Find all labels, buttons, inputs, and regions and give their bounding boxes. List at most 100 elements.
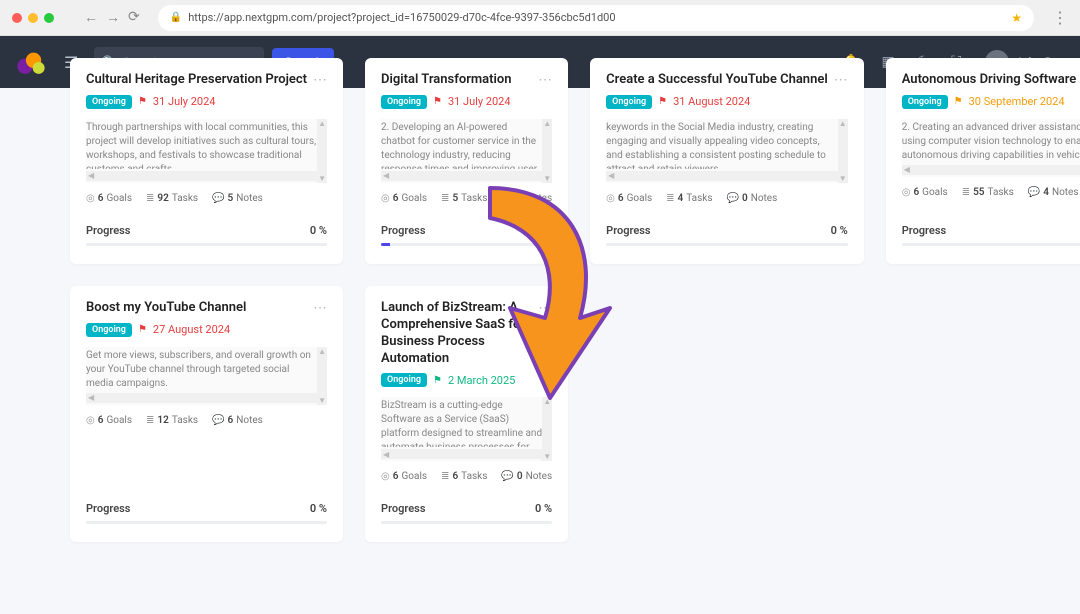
scrollbar-horizontal[interactable]: ◀▶ — [86, 393, 327, 403]
chat-icon: 💬 — [1028, 187, 1040, 198]
scrollbar-vertical[interactable]: ▲▼ — [542, 397, 552, 461]
project-description: 2. Creating an advanced driver assistanc… — [902, 121, 1080, 163]
project-card[interactable]: Cultural Heritage Preservation Project ⋯… — [70, 58, 343, 264]
url-bar[interactable]: 🔒 https://app.nextgpm.com/project?projec… — [158, 5, 1034, 31]
status-badge: Ongoing — [86, 95, 132, 109]
due-date: 31 July 2024 — [448, 95, 511, 108]
progress-label: Progress — [902, 224, 946, 237]
progress-label: Progress — [86, 502, 130, 515]
goals-stat: ◎6 Goals — [86, 415, 132, 426]
target-icon: ◎ — [902, 187, 911, 198]
notes-stat: 💬0 Notes — [501, 471, 552, 482]
bookmark-star-icon[interactable]: ★ — [1011, 11, 1022, 25]
reload-button[interactable]: ⟳ — [128, 9, 140, 26]
list-icon: ≣ — [441, 193, 449, 204]
scrollbar-horizontal[interactable]: ◀▶ — [381, 449, 552, 459]
list-icon: ≣ — [441, 471, 449, 482]
project-card[interactable]: Create a Successful YouTube Channel ⋯ On… — [590, 58, 864, 264]
project-title: Launch of BizStream: A Comprehensive Saa… — [381, 300, 532, 368]
list-icon: ≣ — [146, 193, 154, 204]
notes-stat: 💬0 Notes — [727, 193, 778, 204]
minimize-window-button[interactable] — [28, 13, 38, 23]
progress-label: Progress — [86, 224, 130, 237]
due-date: 30 September 2024 — [969, 95, 1065, 108]
close-window-button[interactable] — [12, 13, 22, 23]
project-title: Create a Successful YouTube Channel — [606, 72, 828, 89]
browser-chrome: ← → ⟳ 🔒 https://app.nextgpm.com/project?… — [0, 0, 1080, 36]
due-date: 31 July 2024 — [153, 95, 216, 108]
back-button[interactable]: ← — [84, 9, 98, 26]
progress-bar — [606, 243, 848, 246]
card-more-icon[interactable]: ⋯ — [538, 300, 552, 316]
list-icon: ≣ — [146, 415, 154, 426]
due-date: 2 March 2025 — [448, 374, 515, 387]
project-card[interactable]: Launch of BizStream: A Comprehensive Saa… — [365, 286, 568, 543]
tasks-stat: ≣5 Tasks — [441, 193, 487, 204]
notes-stat: 💬5 Notes — [212, 193, 263, 204]
notes-stat: 💬7 Notes — [501, 193, 552, 204]
chat-icon: 💬 — [501, 471, 513, 482]
progress-label: Progress — [381, 224, 425, 237]
project-title: Digital Transformation — [381, 72, 532, 89]
status-badge: Ongoing — [606, 95, 652, 109]
status-badge: Ongoing — [381, 373, 427, 387]
chat-icon: 💬 — [727, 193, 739, 204]
project-description: Get more views, subscribers, and overall… — [86, 349, 327, 391]
goals-stat: ◎6 Goals — [86, 193, 132, 204]
notes-stat: 💬6 Notes — [212, 415, 263, 426]
goals-stat: ◎6 Goals — [381, 193, 427, 204]
scrollbar-horizontal[interactable]: ◀▶ — [381, 171, 552, 181]
lock-icon: 🔒 — [170, 12, 182, 23]
project-card[interactable]: Boost my YouTube Channel ⋯ Ongoing ⚑ 27 … — [70, 286, 343, 543]
progress-label: Progress — [381, 502, 425, 515]
project-title: Cultural Heritage Preservation Project — [86, 72, 307, 89]
flag-icon: ⚑ — [658, 96, 667, 107]
forward-button[interactable]: → — [106, 9, 120, 26]
app-logo[interactable] — [14, 45, 48, 79]
scrollbar-horizontal[interactable]: ◀▶ — [86, 171, 327, 181]
project-description: keywords in the Social Media industry, c… — [606, 121, 848, 169]
progress-bar — [902, 243, 1080, 246]
project-description: BizStream is a cutting-edge Software as … — [381, 399, 552, 447]
scrollbar-horizontal[interactable]: ◀▶ — [902, 165, 1080, 175]
flag-icon: ⚑ — [138, 96, 147, 107]
scrollbar-vertical[interactable]: ▲▼ — [317, 347, 327, 405]
url-text: https://app.nextgpm.com/project?project_… — [188, 11, 615, 24]
due-date: 31 August 2024 — [673, 95, 750, 108]
tasks-stat: ≣4 Tasks — [666, 193, 712, 204]
card-more-icon[interactable]: ⋯ — [834, 72, 848, 88]
due-date: 27 August 2024 — [153, 323, 230, 336]
project-description: 2. Developing an AI-powered chatbot for … — [381, 121, 552, 169]
scrollbar-horizontal[interactable]: ◀▶ — [606, 171, 848, 181]
scrollbar-vertical[interactable]: ▲▼ — [542, 119, 552, 183]
card-more-icon[interactable]: ⋯ — [313, 300, 327, 316]
window-controls — [12, 13, 54, 23]
goals-stat: ◎6 Goals — [902, 187, 948, 198]
progress-value: 0 % — [831, 224, 848, 237]
project-title: Boost my YouTube Channel — [86, 300, 307, 317]
progress-value: 0 % — [310, 502, 327, 515]
list-icon: ≣ — [666, 193, 674, 204]
card-more-icon[interactable]: ⋯ — [313, 72, 327, 88]
tasks-stat: ≣92 Tasks — [146, 193, 198, 204]
flag-icon: ⚑ — [954, 96, 963, 107]
project-title: Autonomous Driving Software Development — [902, 72, 1080, 89]
target-icon: ◎ — [86, 193, 95, 204]
flag-icon: ⚑ — [433, 375, 442, 386]
scrollbar-vertical[interactable]: ▲▼ — [317, 119, 327, 183]
progress-value: 0 % — [310, 224, 327, 237]
chat-icon: 💬 — [212, 193, 224, 204]
browser-menu-button[interactable]: ⋮ — [1052, 8, 1068, 27]
maximize-window-button[interactable] — [44, 13, 54, 23]
scrollbar-vertical[interactable]: ▲▼ — [838, 119, 848, 183]
project-card[interactable]: Autonomous Driving Software Development … — [886, 58, 1080, 264]
goals-stat: ◎6 Goals — [381, 471, 427, 482]
status-badge: Ongoing — [86, 323, 132, 337]
target-icon: ◎ — [606, 193, 615, 204]
tasks-stat: ≣6 Tasks — [441, 471, 487, 482]
progress-label: Progress — [606, 224, 650, 237]
project-card[interactable]: Digital Transformation ⋯ Ongoing ⚑ 31 Ju… — [365, 58, 568, 264]
flag-icon: ⚑ — [138, 324, 147, 335]
card-more-icon[interactable]: ⋯ — [538, 72, 552, 88]
progress-bar — [381, 521, 552, 524]
